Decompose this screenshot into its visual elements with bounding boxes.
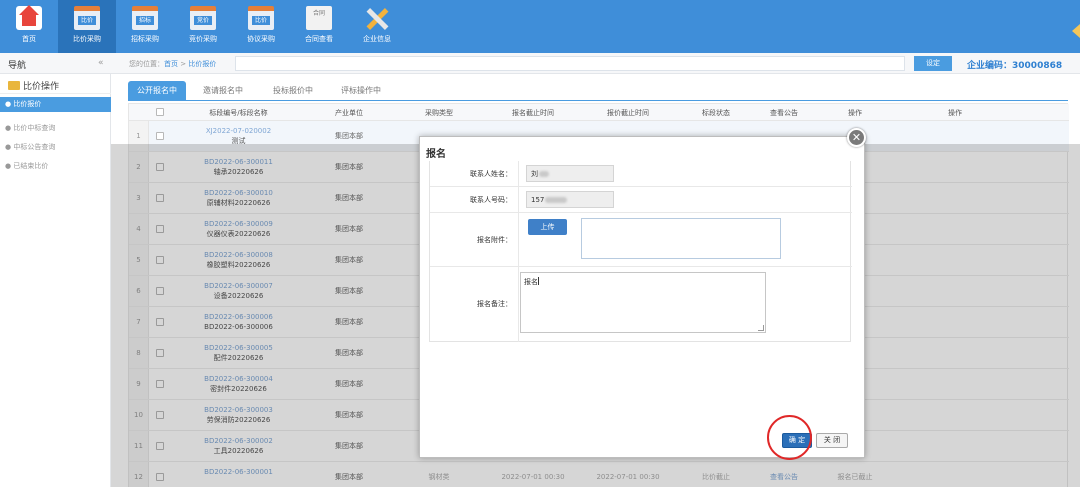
remark-row: 报名备注： 报名 xyxy=(430,267,852,342)
select-all-checkbox[interactable] xyxy=(156,108,164,116)
enterprise-code-label: 企业编码： xyxy=(967,61,1013,71)
agreement-icon: 比价 xyxy=(248,6,274,30)
top-nav-bar: 首页 比价 比价采购 招标 招标采购 竞价 竞价采购 比价 协议采购 合同 合同… xyxy=(0,0,1080,53)
unit-cell: 集团本部 xyxy=(335,132,363,140)
enterprise-code-value: 30000868 xyxy=(1012,61,1063,71)
contact-phone-value: 157 xyxy=(531,196,545,204)
nav-agreement-label: 协议采购 xyxy=(247,35,275,43)
col-header-operation: 操作 xyxy=(848,109,862,117)
breadcrumb-current[interactable]: 比价报价 xyxy=(188,60,216,68)
redacted-text xyxy=(545,197,568,203)
sidebar-item-finished[interactable]: ● 已结束比价 xyxy=(0,159,111,174)
collapse-arrow-icon[interactable] xyxy=(1072,24,1080,38)
remark-textarea[interactable]: 报名 xyxy=(520,272,766,333)
bidding-icon: 招标 xyxy=(132,6,158,30)
nav-price-compare-label: 比价采购 xyxy=(73,35,101,43)
nav-price-compare[interactable]: 比价 比价采购 xyxy=(58,0,116,53)
table-header: 标段编号/标段名称 产业单位 采购类型 报名截止时间 报价截止时间 标段状态 查… xyxy=(129,104,1069,121)
row-checkbox[interactable] xyxy=(156,132,164,140)
col-header-unit: 产业单位 xyxy=(335,109,363,117)
breadcrumb-prefix: 您的位置： xyxy=(129,60,164,68)
tab-open-registration[interactable]: 公开报名中 xyxy=(128,81,186,101)
remark-value: 报名 xyxy=(524,278,538,286)
col-header-reg-deadline: 报名截止时间 xyxy=(512,109,554,117)
nav-title: 导航 xyxy=(8,61,27,71)
tab-evaluation[interactable]: 评标操作中 xyxy=(328,81,394,101)
sidebar-item-award-query[interactable]: ● 比价中标查询 xyxy=(0,121,111,136)
tab-invited-registration[interactable]: 邀请报名中 xyxy=(190,81,256,101)
col-header-operation-2: 操作 xyxy=(948,109,962,117)
close-button[interactable]: 关 闭 xyxy=(816,433,848,448)
nav-enterprise-info-label: 企业信息 xyxy=(363,35,391,43)
breadcrumb-home-link[interactable]: 首页 xyxy=(164,60,178,68)
folder-icon xyxy=(8,81,20,90)
contact-name-value: 刘 xyxy=(531,170,538,178)
breadcrumb-field xyxy=(235,56,905,71)
sidebar-header-label: 比价操作 xyxy=(23,82,60,92)
contact-name-field[interactable]: 刘 xyxy=(526,165,614,182)
nav-bidding-label: 招标采购 xyxy=(131,35,159,43)
home-icon xyxy=(16,5,42,30)
dialog-title: 报名 xyxy=(426,149,446,160)
nav-home-label: 首页 xyxy=(22,35,36,43)
highlight-circle xyxy=(767,415,812,460)
registration-form: 联系人姓名： 刘 联系人号码： 157 报名附件： 上传 报名备注： 报名 xyxy=(429,161,852,342)
nav-contract-label: 合同查看 xyxy=(305,35,333,43)
tab-underline xyxy=(128,100,1068,101)
bid-code-link[interactable]: XJ2022-07-020002 xyxy=(181,126,296,136)
sidebar-collapse-icon[interactable]: « xyxy=(98,58,104,68)
breadcrumb: 您的位置：首页 > 比价报价 xyxy=(129,59,216,69)
auction-icon: 竞价 xyxy=(190,6,216,30)
contact-name-row: 联系人姓名： 刘 xyxy=(430,161,852,187)
text-caret xyxy=(538,277,539,285)
nav-bidding[interactable]: 招标 招标采购 xyxy=(116,0,174,53)
col-header-quote-deadline: 报价截止时间 xyxy=(607,109,649,117)
price-compare-icon: 比价 xyxy=(74,6,100,30)
enterprise-code: 企业编码：30000868 xyxy=(967,58,1062,71)
remark-label: 报名备注： xyxy=(430,267,519,342)
nav-auction[interactable]: 竞价 竞价采购 xyxy=(174,0,232,53)
contract-icon: 合同 xyxy=(306,6,332,30)
registration-dialog: 报名 联系人姓名： 刘 联系人号码： 157 报名附件： 上传 报名备注： 报名… xyxy=(419,136,865,458)
nav-contract[interactable]: 合同 合同查看 xyxy=(290,0,348,53)
col-header-notice: 查看公告 xyxy=(770,109,798,117)
sidebar-item-price-quote[interactable]: ● 比价报价 xyxy=(0,97,111,112)
attachment-label: 报名附件： xyxy=(430,213,519,266)
sidebar: 比价操作 ● 比价报价 ● 比价中标查询 ● 中标公告查询 ● 已结束比价 xyxy=(0,74,111,487)
sidebar-header[interactable]: 比价操作 xyxy=(0,74,111,94)
contact-phone-row: 联系人号码： 157 xyxy=(430,187,852,213)
bid-code-cell: XJ2022-07-020002 测试 xyxy=(181,126,296,146)
attachment-row: 报名附件： 上传 xyxy=(430,213,852,267)
redacted-text xyxy=(539,171,549,177)
contact-phone-label: 联系人号码： xyxy=(430,187,519,212)
col-header-status: 标段状态 xyxy=(702,109,730,117)
nav-agreement[interactable]: 比价 协议采购 xyxy=(232,0,290,53)
tab-bid-quoting[interactable]: 投标报价中 xyxy=(260,81,326,101)
contact-name-label: 联系人姓名： xyxy=(430,161,519,186)
tools-icon xyxy=(364,6,390,30)
col-header-code: 标段编号/标段名称 xyxy=(209,109,268,117)
col-header-type: 采购类型 xyxy=(425,109,453,117)
resize-grip-icon[interactable] xyxy=(758,325,764,331)
breadcrumb-bar: 导航 « 您的位置：首页 > 比价报价 设定 企业编码：30000868 xyxy=(0,53,1080,74)
sidebar-item-award-notice[interactable]: ● 中标公告查询 xyxy=(0,140,111,155)
close-icon[interactable]: ✕ xyxy=(847,128,866,147)
breadcrumb-separator: > xyxy=(178,60,189,68)
nav-home[interactable]: 首页 xyxy=(0,0,58,53)
set-button[interactable]: 设定 xyxy=(914,56,952,71)
upload-button[interactable]: 上传 xyxy=(528,219,567,235)
nav-enterprise-info[interactable]: 企业信息 xyxy=(348,0,406,53)
nav-auction-label: 竞价采购 xyxy=(189,35,217,43)
attachment-list xyxy=(581,218,781,259)
contact-phone-field[interactable]: 157 xyxy=(526,191,614,208)
